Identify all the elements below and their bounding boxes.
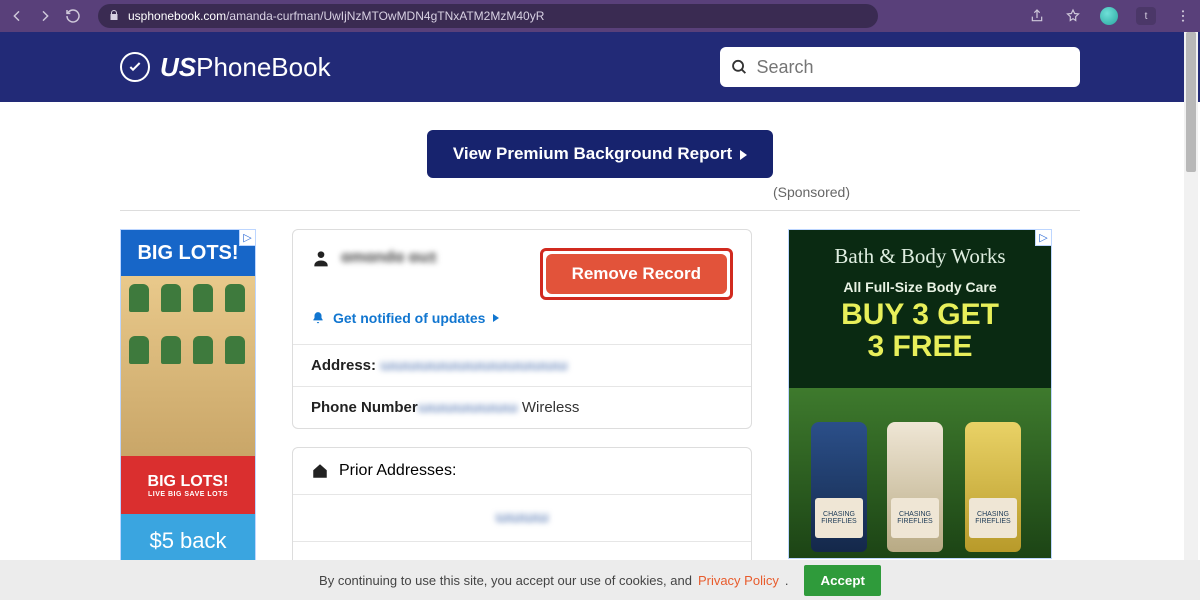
lock-icon	[108, 9, 120, 24]
record-card: ɑmɑndɑ ɑu± Remove Record Get notified of…	[292, 229, 752, 429]
search-icon	[730, 57, 748, 77]
ad-right-line1: All Full-Size Body Care	[843, 279, 996, 295]
home-icon	[311, 462, 329, 480]
reload-button[interactable]	[64, 7, 82, 25]
ad-bottle: CHASING FIREFLIES	[811, 422, 867, 552]
record-identity-row: ɑmɑndɑ ɑu± Remove Record	[293, 230, 751, 306]
phone-type: Wireless	[522, 399, 580, 416]
ad-left-brand: BIG LOTS!	[121, 230, 255, 276]
forward-button[interactable]	[36, 7, 54, 25]
ad-left-red: BIG LOTS!LIVE BIG SAVE LOTS	[121, 456, 255, 514]
search-input[interactable]	[756, 57, 1070, 78]
logo-text: USPhoneBook	[160, 52, 331, 83]
record-name: ɑmɑndɑ ɑu±	[341, 249, 437, 267]
ad-info-icon[interactable]: ▷	[1035, 230, 1051, 246]
caret-right-icon	[493, 314, 499, 322]
notify-updates-link[interactable]: Get notified of updates	[311, 310, 499, 326]
kebab-menu-icon[interactable]	[1174, 7, 1192, 25]
bell-icon	[311, 311, 325, 325]
url-text: usphonebook.com/amanda-curfman/UwIjNzMTO…	[128, 9, 544, 23]
prior-addresses-heading: Prior Addresses:	[293, 448, 751, 494]
address-row: Address: ɯɯɯɯɯɯɯɯɯɯɯɯɯɯɯ	[293, 344, 751, 386]
page-content: View Premium Background Report (Sponsore…	[0, 102, 1200, 600]
privacy-policy-link[interactable]: Privacy Policy	[698, 573, 779, 588]
back-button[interactable]	[8, 7, 26, 25]
cookie-banner: By continuing to use this site, you acce…	[0, 560, 1200, 600]
ad-left[interactable]: ▷ BIG LOTS! BIG LOTS!LIVE BIG SAVE LOTS …	[120, 229, 256, 569]
site-search[interactable]	[720, 47, 1080, 87]
prior-address-row: ɯɯɯɯ	[293, 494, 751, 541]
cookie-text: By continuing to use this site, you acce…	[319, 573, 692, 588]
remove-record-highlight: Remove Record	[540, 248, 733, 300]
ad-right-headline: BUY 3 GET3 FREE	[841, 299, 999, 362]
ad-right-brand: Bath & Body Works	[834, 244, 1005, 269]
address-bar[interactable]: usphonebook.com/amanda-curfman/UwIjNzMTO…	[98, 4, 878, 28]
caret-right-icon	[740, 150, 747, 160]
logo-check-icon	[120, 52, 150, 82]
phone-value: ɯɯɯɯɯɯɯɯ	[418, 399, 518, 416]
site-logo[interactable]: USPhoneBook	[120, 52, 331, 83]
premium-report-button[interactable]: View Premium Background Report	[427, 130, 773, 178]
browser-toolbar: usphonebook.com/amanda-curfman/UwIjNzMTO…	[0, 0, 1200, 32]
section-divider	[120, 210, 1080, 211]
extension-badge[interactable]: t	[1136, 7, 1156, 25]
ad-bottle: CHASING FIREFLIES	[965, 422, 1021, 552]
bookmark-star-icon[interactable]	[1064, 7, 1082, 25]
ad-bottle: CHASING FIREFLIES	[887, 422, 943, 552]
profile-avatar[interactable]	[1100, 7, 1118, 25]
ad-right[interactable]: ▷ Bath & Body Works All Full-Size Body C…	[788, 229, 1052, 559]
ad-info-icon[interactable]: ▷	[239, 230, 255, 246]
remove-record-button[interactable]: Remove Record	[546, 254, 727, 294]
person-icon	[311, 248, 331, 268]
phone-row: Phone Numberɯɯɯɯɯɯɯɯ Wireless	[293, 386, 751, 428]
address-value: ɯɯɯɯɯɯɯɯɯɯɯɯɯɯɯ	[380, 357, 567, 374]
sponsored-label: (Sponsored)	[120, 184, 850, 200]
record-column: ɑmɑndɑ ɑu± Remove Record Get notified of…	[292, 229, 752, 600]
share-icon[interactable]	[1028, 7, 1046, 25]
site-header: USPhoneBook	[0, 32, 1200, 102]
ad-left-image	[121, 276, 255, 456]
cookie-accept-button[interactable]: Accept	[804, 565, 880, 596]
